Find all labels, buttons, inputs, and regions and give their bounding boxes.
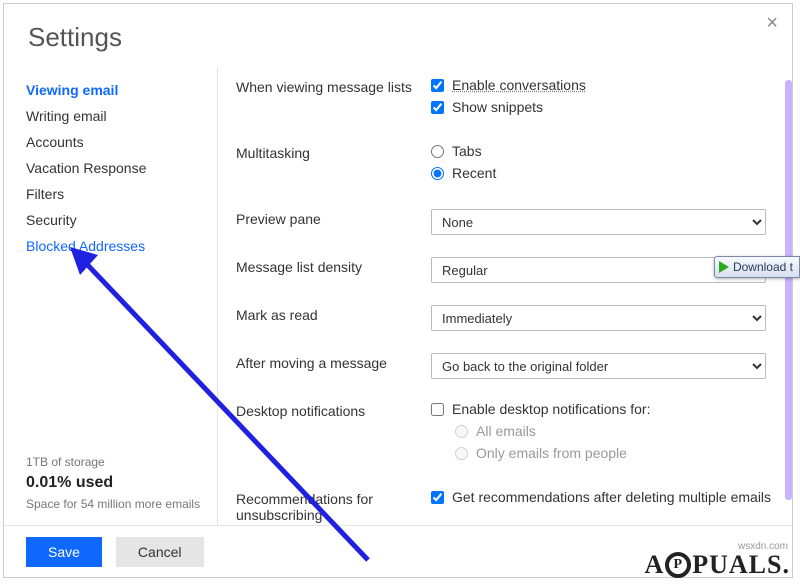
row-recommendations: Recommendations for unsubscribing Get re… [236,489,776,523]
storage-info: 1TB of storage 0.01% used Space for 54 m… [26,443,209,525]
download-badge[interactable]: Download t [714,256,800,278]
label-density: Message list density [236,257,431,275]
radio-desktop-people-input[interactable] [455,447,468,460]
watermark-brand: A P PUALS. [644,550,790,580]
vertical-separator [217,67,218,525]
checkbox-recommendations-input[interactable] [431,491,444,504]
checkbox-desktop-enable[interactable]: Enable desktop notifications for: [431,401,776,417]
sidebar: Viewing email Writing email Accounts Vac… [4,67,209,525]
label-multitasking: Multitasking [236,143,431,161]
label-recommendations: Recommendations for unsubscribing [236,489,431,523]
sidebar-item-viewing-email[interactable]: Viewing email [26,77,209,103]
radio-recent[interactable]: Recent [431,165,776,181]
row-viewing-lists: When viewing message lists Enable conver… [236,77,776,121]
storage-total: 1TB of storage [26,453,209,471]
label-mark-as-read: Mark as read [236,305,431,323]
radio-desktop-all-label: All emails [476,423,536,439]
sidebar-item-writing-email[interactable]: Writing email [26,103,209,129]
play-icon [719,261,729,273]
radio-recent-input[interactable] [431,167,444,180]
sidebar-list: Viewing email Writing email Accounts Vac… [26,77,209,443]
sidebar-item-accounts[interactable]: Accounts [26,129,209,155]
sidebar-item-filters[interactable]: Filters [26,181,209,207]
label-after-moving: After moving a message [236,353,431,371]
checkbox-show-snippets-input[interactable] [431,101,444,114]
row-mark-as-read: Mark as read Immediately [236,305,776,331]
checkbox-enable-conversations-input[interactable] [431,79,444,92]
radio-desktop-people-label: Only emails from people [476,445,627,461]
storage-used: 0.01% used [26,471,209,495]
label-desktop-notifications: Desktop notifications [236,401,431,419]
settings-modal: × Settings Viewing email Writing email A… [3,3,793,578]
row-preview-pane: Preview pane None [236,209,776,235]
select-preview-pane[interactable]: None [431,209,766,235]
row-after-moving: After moving a message Go back to the or… [236,353,776,379]
row-density: Message list density Regular [236,257,776,283]
sidebar-item-security[interactable]: Security [26,207,209,233]
sidebar-item-blocked-addresses[interactable]: Blocked Addresses [26,233,209,259]
watermark-post: PUALS. [692,550,790,580]
radio-tabs-label: Tabs [452,143,482,159]
radio-desktop-all[interactable]: All emails [455,423,776,439]
gear-icon: P [665,552,691,578]
close-icon[interactable]: × [766,12,778,35]
checkbox-desktop-enable-label: Enable desktop notifications for: [452,401,650,417]
row-desktop-notifications: Desktop notifications Enable desktop not… [236,401,776,467]
download-badge-label: Download t [733,260,793,274]
checkbox-recommendations[interactable]: Get recommendations after deleting multi… [431,489,776,505]
watermark-pre: A [644,550,664,580]
checkbox-recommendations-label: Get recommendations after deleting multi… [452,489,771,505]
radio-tabs-input[interactable] [431,145,444,158]
checkbox-enable-conversations-label: Enable conversations [452,77,586,93]
scrollbar[interactable] [785,80,792,500]
checkbox-show-snippets[interactable]: Show snippets [431,99,776,115]
save-button[interactable]: Save [26,537,102,567]
checkbox-show-snippets-label: Show snippets [452,99,543,115]
radio-tabs[interactable]: Tabs [431,143,776,159]
row-multitasking: Multitasking Tabs Recent [236,143,776,187]
settings-main: When viewing message lists Enable conver… [226,67,792,525]
radio-desktop-people[interactable]: Only emails from people [455,445,776,461]
sidebar-item-vacation-response[interactable]: Vacation Response [26,155,209,181]
select-mark-as-read[interactable]: Immediately [431,305,766,331]
label-preview-pane: Preview pane [236,209,431,227]
radio-recent-label: Recent [452,165,496,181]
radio-desktop-all-input[interactable] [455,425,468,438]
modal-body: Viewing email Writing email Accounts Vac… [4,67,792,525]
page-title: Settings [4,4,792,67]
checkbox-desktop-enable-input[interactable] [431,403,444,416]
select-after-moving[interactable]: Go back to the original folder [431,353,766,379]
label-viewing-lists: When viewing message lists [236,77,431,95]
checkbox-enable-conversations[interactable]: Enable conversations [431,77,776,93]
cancel-button[interactable]: Cancel [116,537,204,567]
storage-remaining: Space for 54 million more emails [26,495,209,513]
